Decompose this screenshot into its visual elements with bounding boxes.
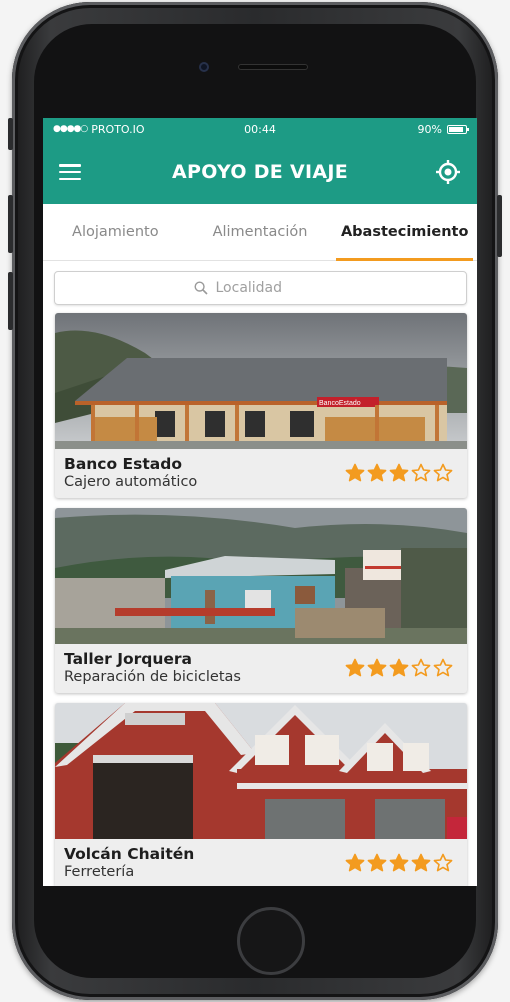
place-photo: BancoEstado (55, 313, 467, 449)
battery-fill (449, 126, 464, 132)
star-filled-icon (345, 658, 365, 677)
star-empty-icon (433, 853, 453, 872)
bank-sign: BancoEstado (319, 400, 361, 407)
search-bar[interactable] (54, 271, 467, 305)
category-tabs: Alojamiento Alimentación Abastecimiento (43, 204, 477, 261)
place-photo (55, 703, 467, 839)
places-list: BancoEstado Banco Estado Cajero automáti… (43, 305, 477, 886)
star-empty-icon (433, 463, 453, 482)
star-filled-icon (389, 658, 409, 677)
star-filled-icon (367, 463, 387, 482)
search-icon (193, 281, 208, 295)
app-screen: ●●●●○ PROTO.IO 00:44 90% APOYO DE VIAJE … (43, 118, 477, 886)
star-rating (345, 853, 453, 872)
star-filled-icon (389, 853, 409, 872)
star-filled-icon (345, 853, 365, 872)
app-bar: APOYO DE VIAJE (43, 140, 477, 204)
list-item[interactable]: BancoEstado Banco Estado Cajero automáti… (55, 313, 467, 498)
earpiece-speaker (238, 64, 308, 70)
list-item[interactable]: Taller Jorquera Reparación de bicicletas (55, 508, 467, 693)
tab-abastecimiento[interactable]: Abastecimiento (332, 204, 477, 261)
carrier-label: PROTO.IO (91, 122, 145, 136)
volume-down-button[interactable] (8, 272, 13, 330)
star-empty-icon (433, 658, 453, 677)
mute-switch[interactable] (8, 118, 13, 150)
search-input[interactable] (213, 279, 328, 297)
star-empty-icon (411, 658, 431, 677)
star-filled-icon (367, 658, 387, 677)
star-rating (345, 463, 453, 482)
list-item[interactable]: Volcán Chaitén Ferretería (55, 703, 467, 886)
battery-icon (447, 124, 469, 134)
star-rating (345, 658, 453, 677)
star-filled-icon (345, 463, 365, 482)
app-title: APOYO DE VIAJE (171, 161, 349, 183)
tab-alimentacion[interactable]: Alimentación (188, 204, 333, 260)
place-photo (55, 508, 467, 644)
volume-up-button[interactable] (8, 195, 13, 253)
front-camera (199, 62, 209, 72)
home-button[interactable] (237, 907, 305, 975)
tab-alojamiento[interactable]: Alojamiento (43, 204, 188, 260)
status-bar: ●●●●○ PROTO.IO 00:44 90% (43, 118, 477, 140)
locate-target-icon[interactable] (435, 159, 461, 185)
power-button[interactable] (497, 195, 502, 257)
signal-strength-icon: ●●●●○ (53, 124, 88, 134)
star-empty-icon (411, 463, 431, 482)
star-filled-icon (411, 853, 431, 872)
star-filled-icon (389, 463, 409, 482)
battery-percent: 90% (417, 122, 442, 136)
star-filled-icon (367, 853, 387, 872)
hamburger-icon[interactable] (59, 164, 81, 180)
